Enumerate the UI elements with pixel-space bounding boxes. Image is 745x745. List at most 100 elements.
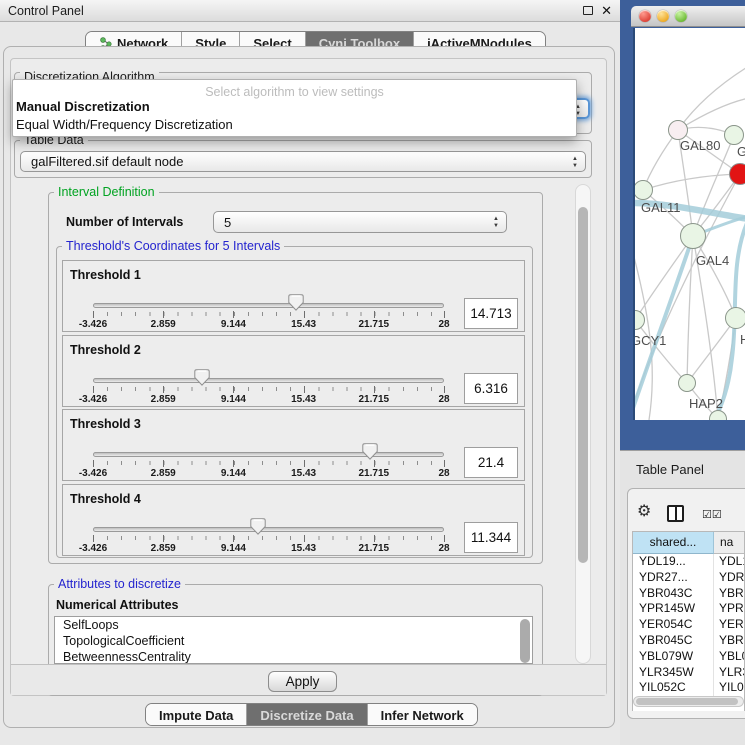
cell-name[interactable]: YBL0 bbox=[714, 649, 744, 665]
network-node-gal4[interactable] bbox=[680, 223, 706, 249]
table-panel-title: Table Panel bbox=[636, 462, 704, 477]
cell-shared-name[interactable]: YDR27... bbox=[633, 570, 714, 586]
network-node[interactable] bbox=[729, 163, 745, 185]
threshold-value-field[interactable]: 14.713 bbox=[464, 298, 518, 329]
table-hscrollbar-track[interactable] bbox=[633, 696, 744, 707]
attribute-item-selfloops[interactable]: SelfLoops bbox=[55, 617, 532, 633]
threshold-slider-track[interactable] bbox=[93, 527, 444, 532]
table-row[interactable]: YBR045CYBR0 bbox=[633, 633, 744, 649]
major-tick bbox=[163, 535, 164, 542]
cell-shared-name[interactable]: YBL079W bbox=[633, 649, 714, 665]
numerical-attributes-list[interactable]: SelfLoopsTopologicalCoefficientBetweenne… bbox=[54, 616, 533, 664]
close-icon[interactable]: ✕ bbox=[601, 0, 612, 22]
major-tick bbox=[233, 460, 234, 467]
network-window-titlebar[interactable] bbox=[631, 6, 745, 27]
column-header-shared-name[interactable]: shared... bbox=[633, 532, 714, 554]
node-table[interactable]: shared... na YDL19...YDL1YDR27...YDR2YBR… bbox=[632, 531, 745, 711]
threshold-label: Threshold 3 bbox=[70, 417, 141, 431]
cell-name[interactable]: YLR3 bbox=[714, 665, 744, 681]
content-scrollbar-thumb[interactable] bbox=[578, 207, 588, 563]
cell-shared-name[interactable]: YDL19... bbox=[633, 554, 714, 570]
zoom-traffic-light-icon[interactable] bbox=[675, 10, 687, 22]
tick-label: 21.715 bbox=[359, 394, 390, 405]
table-row[interactable]: YPR145WYPR1 bbox=[633, 601, 744, 617]
cell-shared-name[interactable]: YER054C bbox=[633, 617, 714, 633]
cell-name[interactable]: YER0 bbox=[714, 617, 744, 633]
threshold-slider-thumb[interactable] bbox=[362, 443, 378, 460]
threshold-slider-thumb[interactable] bbox=[288, 294, 304, 311]
gear-icon[interactable]: ⚙ bbox=[637, 504, 651, 520]
threshold-slider-track[interactable] bbox=[93, 452, 444, 457]
bottom-tab-discretize-data[interactable]: Discretize Data bbox=[246, 704, 366, 725]
cell-shared-name[interactable]: YLR345W bbox=[633, 665, 714, 681]
table-row[interactable]: YLR345WYLR3 bbox=[633, 665, 744, 681]
cell-name[interactable]: YBR0 bbox=[714, 586, 744, 602]
minimize-traffic-light-icon[interactable] bbox=[657, 10, 669, 22]
tick-label: 2.859 bbox=[151, 543, 176, 554]
number-of-intervals-combobox[interactable]: 5 ▲▼ bbox=[213, 211, 507, 233]
cell-name[interactable]: YBR0 bbox=[714, 633, 744, 649]
attributes-legend: Attributes to discretize bbox=[54, 577, 185, 591]
major-tick bbox=[304, 460, 305, 467]
attribute-item-betweennesscentrality[interactable]: BetweennessCentrality bbox=[55, 649, 532, 664]
checkbox-icons[interactable]: ☑☑ bbox=[702, 508, 722, 521]
threshold-value-field[interactable]: 21.4 bbox=[464, 447, 518, 478]
threshold-slider-track[interactable] bbox=[93, 378, 444, 383]
cell-shared-name[interactable]: YPR145W bbox=[633, 601, 714, 617]
numerical-attributes-label: Numerical Attributes bbox=[56, 598, 178, 612]
table-data-combobox[interactable]: galFiltered.sif default node ▲▼ bbox=[20, 151, 586, 172]
bottom-tab-infer-network[interactable]: Infer Network bbox=[367, 704, 477, 725]
network-node-ga[interactable] bbox=[724, 125, 744, 145]
table-row[interactable]: YER054CYER0 bbox=[633, 617, 744, 633]
column-header-name[interactable]: na bbox=[714, 532, 744, 554]
network-node-hap2[interactable] bbox=[678, 374, 696, 392]
tick-label: 21.715 bbox=[359, 468, 390, 479]
threshold-slider-track[interactable] bbox=[93, 303, 444, 308]
cell-name[interactable]: YDR2 bbox=[714, 570, 744, 586]
threshold-slider-thumb[interactable] bbox=[250, 518, 266, 535]
table-row[interactable]: YDL19...YDL1 bbox=[633, 554, 744, 570]
float-icon[interactable] bbox=[583, 6, 593, 15]
tick-label: 15.43 bbox=[291, 543, 316, 554]
threshold-value-field[interactable]: 6.316 bbox=[464, 373, 518, 404]
table-row[interactable]: YBL079WYBL0 bbox=[633, 649, 744, 665]
network-node-h[interactable] bbox=[725, 307, 745, 329]
control-panel: Control Panel ✕ NetworkStyleSelectCyni T… bbox=[0, 0, 620, 745]
major-tick bbox=[374, 311, 375, 318]
node-label: GAL11 bbox=[641, 200, 681, 215]
tick-label: 15.43 bbox=[291, 394, 316, 405]
algorithm-option-manual-discretization[interactable]: Manual Discretization bbox=[15, 99, 567, 114]
cell-shared-name[interactable]: YBR045C bbox=[633, 633, 714, 649]
attributes-scrollbar-thumb[interactable] bbox=[520, 619, 530, 663]
tick-label: -3.426 bbox=[79, 468, 107, 479]
bottom-tab-impute-data[interactable]: Impute Data bbox=[146, 704, 246, 725]
network-node-gal11[interactable] bbox=[633, 180, 653, 200]
threshold-panel-3: Threshold 3-3.4262.8599.14415.4321.71528… bbox=[62, 409, 525, 481]
tick-label: 21.715 bbox=[359, 543, 390, 554]
threshold-value-field[interactable]: 11.344 bbox=[464, 522, 518, 553]
cell-name[interactable]: YPR1 bbox=[714, 601, 744, 617]
network-node-gal80[interactable] bbox=[668, 120, 688, 140]
cell-shared-name[interactable]: YBR043C bbox=[633, 586, 714, 602]
algorithm-dropdown-popup: Select algorithm to view settings Manual… bbox=[12, 79, 577, 137]
table-hscrollbar-thumb[interactable] bbox=[636, 698, 738, 705]
attribute-item-topologicalcoefficient[interactable]: TopologicalCoefficient bbox=[55, 633, 532, 649]
algorithm-option-equal-width-frequency-discretization[interactable]: Equal Width/Frequency Discretization bbox=[15, 117, 567, 132]
interval-definition-legend: Interval Definition bbox=[54, 185, 159, 199]
cell-name[interactable]: YIL0 bbox=[714, 680, 744, 696]
threshold-slider-thumb[interactable] bbox=[194, 369, 210, 386]
threshold-label: Threshold 4 bbox=[70, 492, 141, 506]
combo-arrows-icon: ▲▼ bbox=[572, 156, 578, 169]
content-scrollbar-track[interactable] bbox=[575, 184, 591, 664]
close-traffic-light-icon[interactable] bbox=[639, 10, 651, 22]
cell-name[interactable]: YDL1 bbox=[714, 554, 744, 570]
major-tick bbox=[163, 311, 164, 318]
table-row[interactable]: YDR27...YDR2 bbox=[633, 570, 744, 586]
apply-button[interactable]: Apply bbox=[268, 671, 337, 692]
table-row[interactable]: YIL052CYIL0 bbox=[633, 680, 744, 696]
cell-shared-name[interactable]: YIL052C bbox=[633, 680, 714, 696]
tick-label: 2.859 bbox=[151, 319, 176, 330]
split-columns-icon[interactable] bbox=[667, 505, 684, 522]
network-canvas[interactable]: GAL80GAGAL11GAL4GCY1HHAP2 bbox=[633, 28, 745, 420]
table-row[interactable]: YBR043CYBR0 bbox=[633, 586, 744, 602]
